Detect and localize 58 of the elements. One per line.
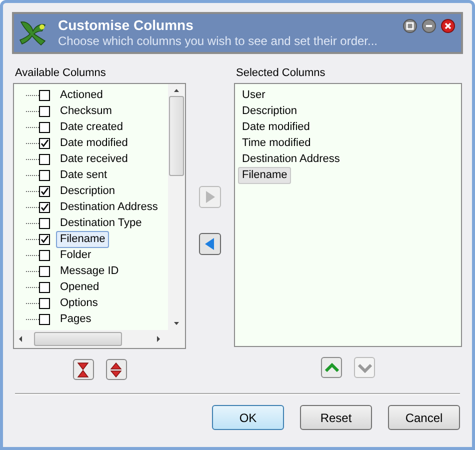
hourglass-icon — [76, 362, 90, 378]
checkbox[interactable] — [39, 90, 50, 100]
column-item[interactable]: Date sent — [56, 166, 112, 184]
column-item[interactable]: Date modified — [238, 118, 314, 136]
column-item[interactable]: User — [238, 86, 270, 104]
checkbox[interactable] — [39, 122, 50, 132]
dialog-button[interactable]: Cancel — [388, 405, 460, 430]
checkbox[interactable] — [39, 282, 50, 292]
dialog-button[interactable]: Reset — [300, 405, 372, 430]
checkbox[interactable] — [39, 170, 50, 180]
checkbox[interactable] — [39, 186, 50, 196]
available-columns-label: Available Columns — [15, 66, 107, 80]
column-item[interactable]: Checksum — [56, 102, 116, 120]
column-item[interactable]: Filename — [238, 166, 292, 184]
column-item[interactable]: Actioned — [56, 86, 107, 104]
column-item[interactable]: Date created — [56, 118, 127, 136]
horizontal-scrollbar[interactable] — [14, 330, 186, 348]
dialog-button[interactable]: OK — [212, 405, 284, 430]
column-item[interactable]: Description — [238, 102, 302, 120]
selected-columns-label: Selected Columns — [236, 66, 326, 80]
column-item[interactable]: Options — [56, 294, 102, 312]
remove-column-button[interactable] — [199, 233, 222, 255]
logo-icon — [18, 19, 48, 47]
close-button[interactable] — [441, 19, 455, 33]
column-item[interactable]: Destination Address — [238, 150, 344, 168]
checkbox[interactable] — [39, 218, 50, 228]
checkbox[interactable] — [39, 202, 50, 212]
right-arrow-icon — [203, 189, 218, 205]
checkbox[interactable] — [39, 266, 50, 276]
column-item[interactable]: Destination Address — [56, 198, 162, 216]
checkbox[interactable] — [39, 298, 50, 308]
up-down-triangles-icon — [109, 362, 124, 378]
dialog-title: Customise Columns — [58, 17, 194, 34]
column-item[interactable]: Pages — [56, 310, 96, 328]
column-item[interactable]: Opened — [56, 278, 104, 296]
sort-descending-button[interactable] — [106, 359, 127, 380]
sort-ascending-button[interactable] — [72, 359, 94, 380]
dialog-subtitle: Choose which columns you wish to see and set their order... — [58, 34, 378, 49]
column-item[interactable]: Filename — [56, 230, 110, 248]
checkbox[interactable] — [39, 154, 50, 164]
checkbox[interactable] — [39, 250, 50, 260]
maximize-button[interactable] — [403, 19, 417, 33]
checkbox[interactable] — [39, 234, 50, 244]
move-up-button[interactable] — [321, 357, 342, 378]
vertical-scrollbar[interactable] — [168, 84, 186, 330]
checkbox[interactable] — [39, 106, 50, 116]
down-chevron-icon — [358, 362, 372, 372]
checkbox[interactable] — [39, 314, 50, 324]
minimize-button[interactable] — [422, 19, 436, 33]
column-item[interactable]: Destination Type — [56, 214, 146, 232]
column-item[interactable]: Date modified — [56, 134, 132, 152]
up-chevron-icon — [324, 362, 338, 372]
checkbox[interactable] — [39, 138, 50, 148]
column-item[interactable]: Time modified — [238, 134, 315, 152]
column-item[interactable]: Description — [56, 182, 120, 200]
column-item[interactable]: Folder — [56, 246, 96, 264]
column-item[interactable]: Message ID — [56, 262, 123, 280]
column-item[interactable]: Date received — [56, 150, 132, 168]
